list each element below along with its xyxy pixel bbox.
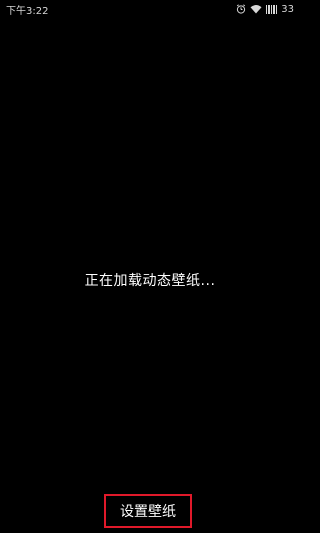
status-bar: 下午3:22 33 [0,0,300,18]
set-wallpaper-button[interactable]: 设置壁纸 [104,494,192,528]
status-icons: 33 [236,4,294,15]
signal-icon [265,4,278,14]
wifi-icon [250,4,262,14]
loading-message: 正在加载动态壁纸... [84,273,216,289]
status-time: 下午3:22 [6,5,49,17]
battery-level: 33 [281,3,294,15]
set-wallpaper-label: 设置壁纸 [120,504,176,520]
alarm-icon [236,4,246,14]
